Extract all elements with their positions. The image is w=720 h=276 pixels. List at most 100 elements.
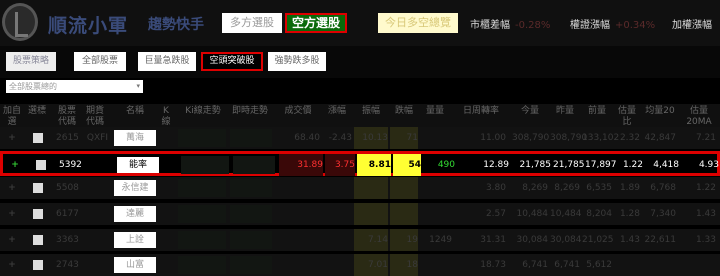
col-trend2: 即時走勢 bbox=[231, 106, 268, 116]
row-checkbox[interactable] bbox=[33, 133, 43, 143]
tab-long-picks[interactable]: 多方選股 bbox=[222, 13, 282, 33]
cell-est20: 1.43 bbox=[695, 209, 716, 219]
col-amt: 量量 bbox=[425, 106, 444, 116]
add-watchlist-icon[interactable]: + bbox=[4, 177, 20, 199]
tab-short-picks[interactable]: 空方選股 bbox=[285, 13, 347, 33]
kline-sparkline bbox=[178, 231, 226, 249]
cell-chg bbox=[322, 177, 352, 199]
chevron-down-icon: ▾ bbox=[136, 82, 140, 90]
strategy-bar: 股票策略 全部股票 巨量急跌股 空頭突破股 強勢跌多股 bbox=[0, 46, 720, 78]
cell-price bbox=[276, 203, 320, 225]
cell-est20: 4.93 bbox=[698, 160, 719, 170]
add-watchlist-icon[interactable]: + bbox=[7, 154, 23, 176]
col-avg20: 均量20 bbox=[645, 106, 675, 116]
row-checkbox[interactable] bbox=[33, 235, 43, 245]
intraday-sparkline bbox=[233, 156, 275, 174]
cell-down: 54 bbox=[393, 154, 421, 176]
table-row[interactable]: + 達麗 6177 2.57 10,484 10,484 8,204 1.28 7,340 1.4… bbox=[0, 203, 720, 225]
col-add: 加自選 bbox=[2, 106, 21, 127]
col-today: 今量 bbox=[520, 106, 539, 116]
today-overview-button[interactable]: 今日多空總覽 bbox=[378, 13, 458, 33]
strategy-tab-4[interactable]: 強勢跌多股 bbox=[268, 52, 326, 71]
logo-icon bbox=[2, 3, 38, 41]
cell-fut bbox=[82, 229, 108, 251]
cell-code: 3363 bbox=[56, 235, 79, 245]
cell-yday: 21,785 bbox=[553, 160, 585, 170]
cell-price bbox=[276, 177, 320, 199]
col-chg: 漲幅 bbox=[327, 106, 346, 116]
col-yday: 昨量 bbox=[555, 106, 574, 116]
cell-down: 19 bbox=[390, 229, 418, 251]
cell-today: 8,269 bbox=[522, 183, 548, 193]
add-watchlist-icon[interactable]: + bbox=[4, 229, 20, 251]
cell-amt: 1249 bbox=[429, 235, 452, 245]
stock-name[interactable]: 永信建 bbox=[114, 180, 156, 196]
col-k: K線 bbox=[161, 106, 171, 127]
col-trend: Ki線走勢 bbox=[185, 106, 221, 116]
stock-name[interactable]: 達麗 bbox=[114, 206, 156, 222]
cell-up: 10.13 bbox=[354, 127, 388, 149]
row-checkbox[interactable] bbox=[33, 183, 43, 193]
stock-name[interactable]: 能率 bbox=[117, 157, 159, 173]
cell-prev: 21,025 bbox=[582, 235, 614, 245]
stock-name[interactable]: 山富 bbox=[114, 257, 156, 273]
stock-name[interactable]: 上詮 bbox=[114, 232, 156, 248]
cell-yday: 10,484 bbox=[550, 209, 582, 219]
cell-today: 21,785 bbox=[519, 160, 552, 170]
cell-fut bbox=[82, 203, 108, 225]
cell-price: 68.40 bbox=[294, 133, 320, 143]
cell-today: 308,790 bbox=[512, 133, 550, 143]
cell-price bbox=[276, 229, 320, 251]
cell-daily: 31.31 bbox=[480, 235, 506, 245]
cell-daily: 11.00 bbox=[480, 133, 506, 143]
col-price: 成交價 bbox=[284, 106, 312, 116]
col-down: 跌幅 bbox=[394, 106, 413, 116]
cell-code: 5392 bbox=[59, 160, 82, 170]
strategy-tab-1[interactable]: 全部股票 bbox=[74, 52, 126, 71]
market-label: 市櫃差幅 bbox=[470, 20, 510, 31]
strategy-tab-3[interactable]: 空頭突破股 bbox=[201, 52, 263, 71]
market-value: -0.28% bbox=[515, 20, 551, 31]
cell-price: 31.89 bbox=[279, 154, 323, 176]
add-watchlist-icon[interactable]: + bbox=[4, 127, 20, 149]
strategy-tab-0[interactable]: 股票策略 bbox=[6, 52, 56, 71]
kline-sparkline bbox=[178, 129, 226, 147]
kline-sparkline bbox=[178, 205, 226, 223]
col-name: 名稱 bbox=[125, 106, 144, 116]
cell-est: 2.32 bbox=[619, 133, 640, 143]
cell-avg20: 22,611 bbox=[644, 235, 677, 245]
table-row[interactable]: + 永信建 5508 3.80 8,269 8,269 6,535 1.89 6,768 1.22 bbox=[0, 177, 720, 199]
table-row[interactable]: + 上詮 3363 7.14 19 1249 31.31 30,084 30,084 21,025… bbox=[0, 229, 720, 251]
row-checkbox[interactable] bbox=[36, 160, 46, 170]
cell-chg: -2.43 bbox=[328, 133, 352, 143]
row-checkbox[interactable] bbox=[33, 260, 43, 270]
stock-name[interactable]: 萬海 bbox=[114, 130, 156, 146]
cell-amt bbox=[418, 177, 452, 199]
row-checkbox[interactable] bbox=[33, 209, 43, 219]
kline-sparkline bbox=[181, 156, 229, 174]
cell-daily: 2.57 bbox=[485, 209, 506, 219]
cell-fut bbox=[85, 154, 111, 176]
cell-up: 8.81 bbox=[357, 154, 391, 176]
kline-sparkline bbox=[178, 256, 226, 274]
cell-est20: 7.21 bbox=[695, 133, 716, 143]
table-row[interactable]: + 萬海 2615 QXFI 68.40 -2.43 10.13 71 11.00 308,790… bbox=[0, 127, 720, 149]
cell-avg20: 7,340 bbox=[650, 209, 676, 219]
cell-est20: 1.33 bbox=[695, 235, 716, 245]
cell-up: 7.14 bbox=[354, 229, 388, 251]
cell-daily: 3.80 bbox=[485, 183, 506, 193]
weighted-value: +0.34% bbox=[615, 20, 656, 31]
col-est-ratio: 估量比 bbox=[617, 106, 636, 127]
add-watchlist-icon[interactable]: + bbox=[4, 203, 20, 225]
cell-up bbox=[354, 203, 388, 225]
table-row[interactable]: + 能率 5392 31.89 3.75 8.81 54 490 12.89 21,785 21,7… bbox=[0, 151, 720, 176]
top-header: 順流小軍 趨勢快手 多方選股 空方選股 今日多空總覽 市櫃差幅 -0.28% 權證… bbox=[0, 0, 720, 46]
weighted-stat: 權證漲幅 +0.34% bbox=[570, 16, 655, 31]
strategy-tab-2[interactable]: 巨量急跌股 bbox=[138, 52, 196, 71]
intraday-sparkline bbox=[230, 205, 272, 223]
cell-fut bbox=[82, 177, 108, 199]
cell-est: 1.89 bbox=[619, 183, 640, 193]
stock-filter-select[interactable]: 全部股票總的 ▾ bbox=[6, 80, 143, 93]
cell-yday: 8,269 bbox=[554, 183, 580, 193]
brand-subtitle: 趨勢快手 bbox=[148, 17, 204, 33]
